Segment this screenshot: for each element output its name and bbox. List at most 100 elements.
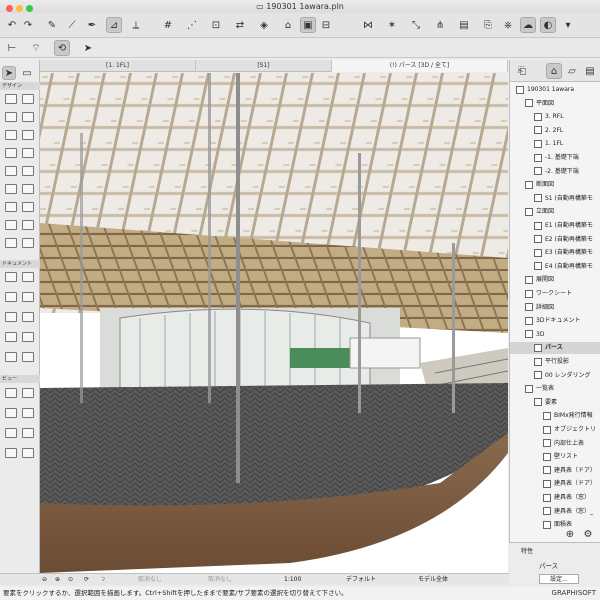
- toolbox-group-design[interactable]: デザイン: [0, 82, 40, 90]
- navigator-item[interactable]: -1. 基礎下端: [510, 152, 600, 164]
- toolbox-group-view[interactable]: ビュー: [0, 375, 40, 383]
- radial-tool-icon[interactable]: [22, 448, 34, 458]
- navigator-item[interactable]: ワークシート: [510, 288, 600, 300]
- navigator-item[interactable]: 一覧表: [510, 383, 600, 395]
- redo-icon[interactable]: ↷: [20, 17, 36, 33]
- worksheet-tool-icon[interactable]: [5, 408, 17, 418]
- zoom-out-icon[interactable]: ⊖: [42, 574, 47, 586]
- shell-tool-icon[interactable]: [22, 130, 34, 140]
- teamwork-icon[interactable]: ⎈: [500, 17, 516, 33]
- text-tool-icon[interactable]: [5, 292, 17, 302]
- navigator-item[interactable]: 平行投影: [510, 356, 600, 368]
- column-tool-icon[interactable]: [22, 94, 34, 104]
- redo-view-zoom[interactable]: 取消なし: [208, 574, 232, 586]
- tab-floor-plan[interactable]: [1. 1FL]: [40, 60, 196, 72]
- fill-tool-icon[interactable]: [5, 312, 17, 322]
- renovation-filter-icon[interactable]: ⌂: [280, 17, 296, 33]
- pick-up-parameters-icon[interactable]: ✎: [44, 17, 60, 33]
- navigator-item[interactable]: 3Dドキュメント: [510, 315, 600, 327]
- 3d-cutaway-icon[interactable]: ◈: [256, 17, 272, 33]
- arrow-tool-icon[interactable]: ➤: [2, 66, 16, 80]
- undo-icon[interactable]: ↶: [4, 17, 20, 33]
- navigator-item[interactable]: 1. 1FL: [510, 138, 600, 150]
- scale-selector[interactable]: 1:100: [284, 574, 301, 586]
- orbit-icon[interactable]: ⟳: [84, 574, 89, 586]
- navigator-item[interactable]: 建具表（ドア）: [510, 465, 600, 477]
- navigator-item[interactable]: E3 (自動再構築モ: [510, 247, 600, 259]
- pointer-icon[interactable]: ➤: [80, 40, 96, 56]
- grid-tool-icon[interactable]: [5, 448, 17, 458]
- bimcloud-icon[interactable]: ☁: [520, 17, 536, 33]
- layout-book-icon[interactable]: ▤: [456, 17, 472, 33]
- level-dim-tool-icon[interactable]: [22, 272, 34, 282]
- object-tool-icon[interactable]: [22, 202, 34, 212]
- navigator-item[interactable]: 平面図: [510, 98, 600, 110]
- layer-combination-selector[interactable]: デフォルト: [346, 574, 376, 586]
- tab-section[interactable]: [S1]: [196, 60, 332, 72]
- detail-tool-icon[interactable]: [22, 408, 34, 418]
- elevation-tool-icon[interactable]: [5, 388, 17, 398]
- drawing-tool-icon[interactable]: [5, 352, 17, 362]
- line-tool-icon[interactable]: [22, 312, 34, 322]
- navigator-item[interactable]: S1 (自動再構築モ: [510, 193, 600, 205]
- connect-icon[interactable]: ⤡: [408, 17, 424, 33]
- navigator-popup-icon[interactable]: ⎗: [514, 63, 530, 79]
- interior-elevation-tool-icon[interactable]: [22, 388, 34, 398]
- snap-guide-icon[interactable]: ⟂: [128, 17, 144, 33]
- dimension-tool-icon[interactable]: [5, 272, 17, 282]
- navigator-item[interactable]: 壁リスト: [510, 451, 600, 463]
- partial-structure-icon[interactable]: ⊟: [318, 17, 334, 33]
- opening-tool-icon[interactable]: [22, 238, 34, 248]
- navigator-item[interactable]: 断面図: [510, 179, 600, 191]
- navigator-item[interactable]: E1 (自動再構築モ: [510, 220, 600, 232]
- 3d-viewport[interactable]: [40, 73, 508, 573]
- intersect-icon[interactable]: ⋔: [432, 17, 448, 33]
- zoom-in-icon[interactable]: ⊕: [55, 574, 60, 586]
- navigator-item[interactable]: E2 (自動再構築モ: [510, 234, 600, 246]
- navigator-item[interactable]: 建具表（窓）_: [510, 506, 600, 518]
- grid-snap-icon[interactable]: #: [160, 17, 176, 33]
- label-tool-icon[interactable]: [22, 292, 34, 302]
- navigator-item[interactable]: 2. 2FL: [510, 125, 600, 137]
- inject-parameters-icon[interactable]: ✒: [84, 17, 100, 33]
- navigator-item[interactable]: 建具表（ドア）: [510, 478, 600, 490]
- project-map-icon[interactable]: ⌂: [546, 63, 562, 79]
- navigator-item[interactable]: 190301 1awara: [510, 84, 600, 96]
- zoom-fit-icon[interactable]: ⊙: [68, 574, 73, 586]
- lamp-tool-icon[interactable]: [5, 220, 17, 230]
- floor-plan-toolset-icon[interactable]: ⊢: [4, 40, 20, 56]
- 3d-view-mode-icon[interactable]: ▣: [300, 17, 316, 33]
- skylight-tool-icon[interactable]: [5, 202, 17, 212]
- railing-tool-icon[interactable]: [5, 166, 17, 176]
- rotate-icon[interactable]: ⟲: [54, 40, 70, 56]
- polyline-tool-icon[interactable]: [22, 332, 34, 342]
- zoom-window-button[interactable]: [26, 5, 33, 12]
- minimize-window-button[interactable]: [16, 5, 23, 12]
- zone-tool-icon[interactable]: [22, 220, 34, 230]
- toolbox-group-document[interactable]: ドキュメント: [0, 260, 40, 268]
- chevron-down-icon[interactable]: ▾: [560, 17, 576, 33]
- navigator-item[interactable]: オブジェクトリ: [510, 424, 600, 436]
- navigator-item[interactable]: 立面図: [510, 206, 600, 218]
- model-view-selector[interactable]: モデル全体: [418, 574, 448, 586]
- explode-icon[interactable]: ✶: [384, 17, 400, 33]
- mesh-tool-icon[interactable]: [5, 238, 17, 248]
- beam-tool-icon[interactable]: [5, 112, 17, 122]
- sun-icon[interactable]: ◐: [540, 17, 556, 33]
- marquee-tool-icon[interactable]: ▭: [20, 66, 34, 80]
- navigator-item[interactable]: パース: [510, 342, 600, 355]
- trace-icon[interactable]: ⇄: [232, 17, 248, 33]
- stair-tool-icon[interactable]: [22, 148, 34, 158]
- section-tool-icon[interactable]: [22, 352, 34, 362]
- selection-shape-icon[interactable]: ⌔: [28, 40, 44, 56]
- new-view-icon[interactable]: ⊕: [562, 526, 578, 542]
- curtain-wall-tool-icon[interactable]: [22, 166, 34, 176]
- arc-tool-icon[interactable]: [5, 332, 17, 342]
- snap-points-icon[interactable]: ⋰: [184, 17, 200, 33]
- navigator-item[interactable]: 3. RFL: [510, 111, 600, 123]
- navigator-item[interactable]: 00 レンダリング: [510, 370, 600, 382]
- layout-book-nav-icon[interactable]: ▤: [582, 63, 598, 79]
- navigator-item[interactable]: 内部仕上表: [510, 438, 600, 450]
- navigator-item[interactable]: E4 (自動再構築モ: [510, 261, 600, 273]
- suspend-groups-icon[interactable]: ⊡: [208, 17, 224, 33]
